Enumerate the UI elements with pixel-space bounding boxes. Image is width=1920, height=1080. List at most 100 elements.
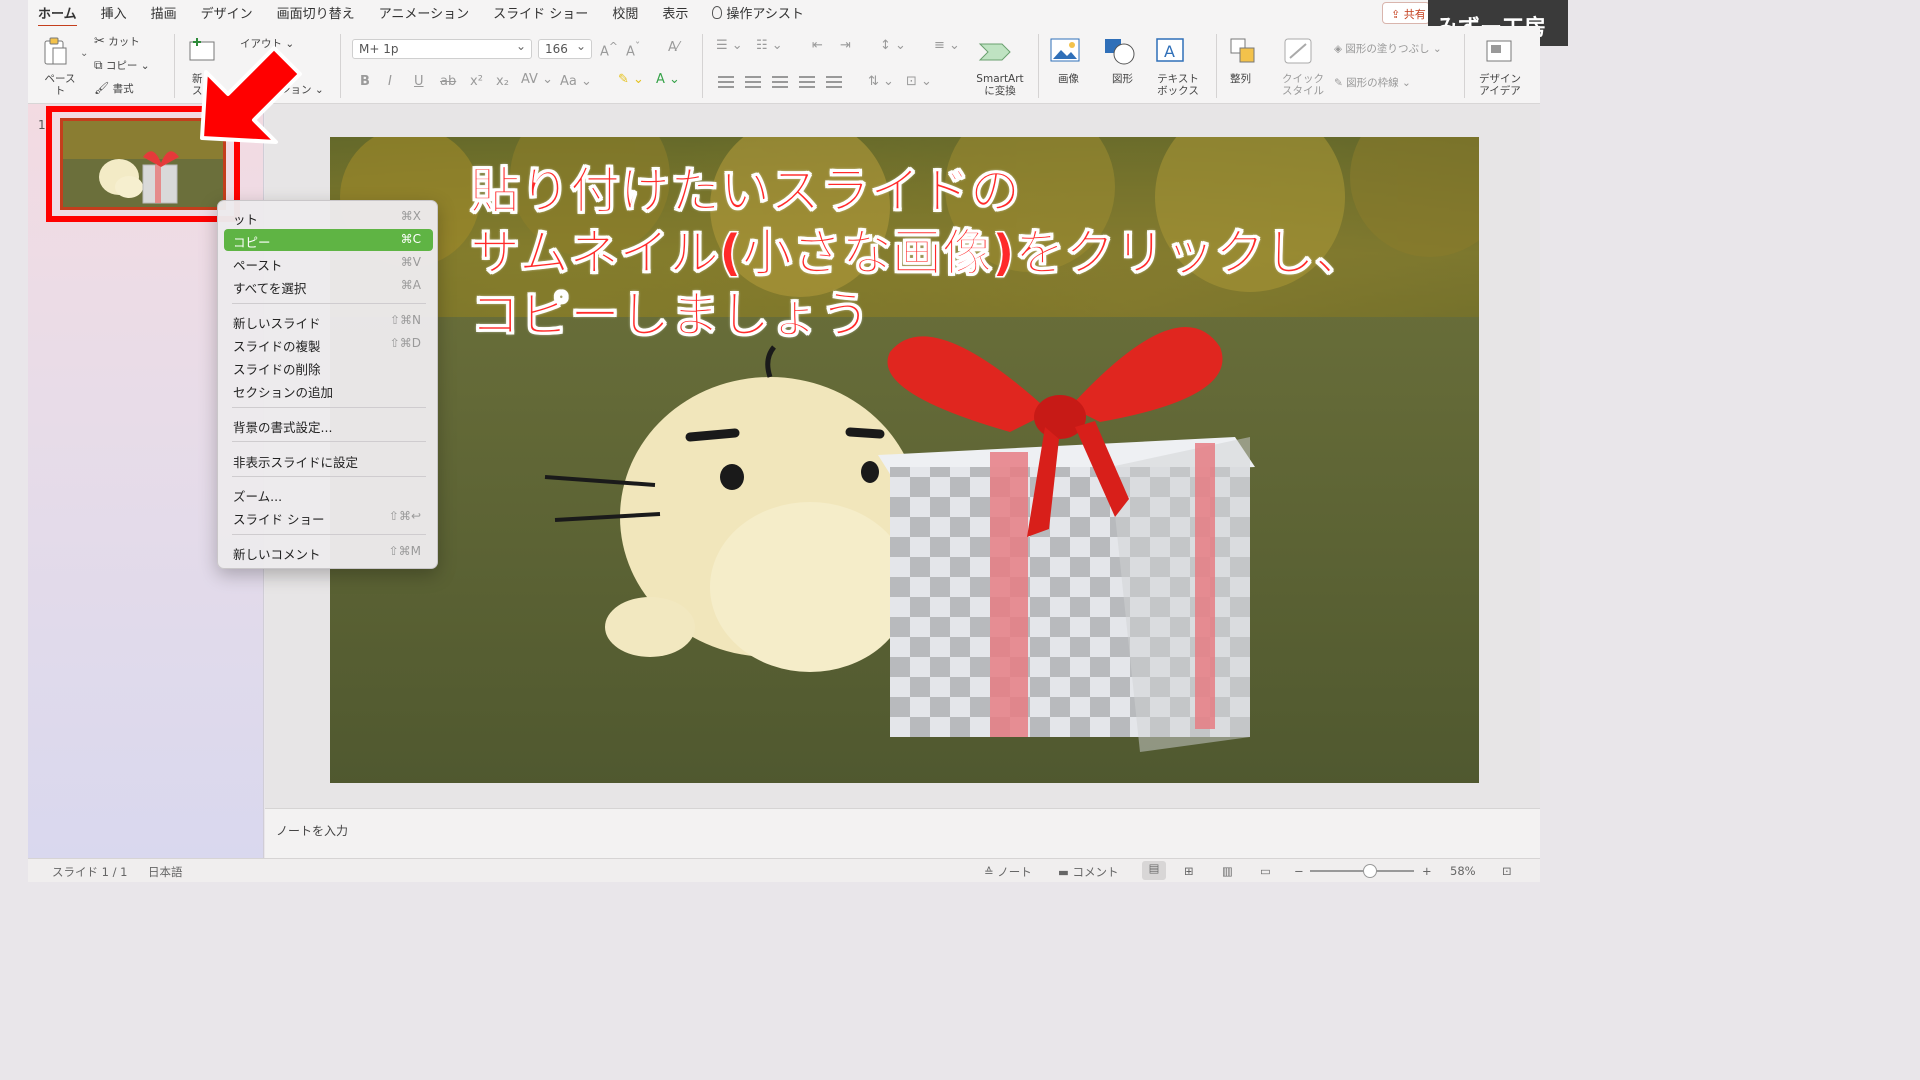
menu-item-new-slide[interactable]: 新しいスライド ⇧⌘N [224,310,433,332]
status-bar: スライド 1 / 1 日本語 ≙ ノート ▬ コメント ▤ ⊞ ▥ ▭ − + … [28,858,1540,882]
menu-item-add-section[interactable]: セクションの追加 [224,379,433,401]
design-ideas-icon [1486,40,1512,62]
line-spacing-icon[interactable]: ↕ ⌄ [880,38,906,53]
tab-review[interactable]: 校閲 [612,1,638,26]
comments-toggle-label: コメント [1072,865,1119,879]
zoom-out-icon[interactable]: − [1294,864,1304,878]
share-button[interactable]: ⇪ 共有 [1382,2,1430,24]
paste-button[interactable] [42,36,68,66]
format-painter-button[interactable]: 🖌 書式 [94,82,174,95]
menu-item-delete-slide[interactable]: スライドの削除 [224,356,433,378]
menu-item-paste[interactable]: ペースト ⌘V [224,252,433,274]
menu-shortcut: ⇧⌘↩ [388,509,421,523]
bold-icon[interactable]: B [360,74,370,89]
bullets-icon[interactable]: ☰ ⌄ [716,38,743,53]
columns-icon[interactable]: ≡ ⌄ [934,38,960,53]
paste-dropdown-icon[interactable]: ⌄ [80,48,88,59]
normal-view-icon[interactable]: ▤ [1142,861,1166,880]
align-center-icon[interactable] [745,76,761,88]
menu-item-label: コピー [233,235,271,250]
svg-text:A: A [1164,42,1175,61]
distributed-icon[interactable] [826,76,842,88]
tell-me-assist[interactable]: 操作アシスト [712,1,804,26]
notes-pane[interactable] [265,808,1540,858]
tab-slideshow[interactable]: スライド ショー [493,1,588,26]
tab-view[interactable]: 表示 [662,1,688,26]
textbox-button[interactable]: A [1156,38,1186,68]
tab-insert[interactable]: 挿入 [101,1,127,26]
font-color-icon[interactable]: A ⌄ [656,72,680,87]
superscript-icon[interactable]: x² [470,74,483,89]
menu-item-slideshow[interactable]: スライド ショー ⇧⌘↩ [224,506,433,528]
shapes-button[interactable] [1104,38,1138,70]
text-direction-icon[interactable]: ⇅ ⌄ [868,74,894,89]
tab-draw[interactable]: 描画 [151,1,177,26]
menu-shortcut: ⇧⌘D [389,336,421,350]
menu-item-zoom[interactable]: ズーム... [224,483,433,505]
zoom-level[interactable]: 58% [1450,864,1476,878]
shrink-font-icon[interactable]: Aˇ [626,40,640,59]
slide-sorter-icon[interactable]: ⊞ [1184,864,1194,878]
numbering-icon[interactable]: ☷ ⌄ [756,38,783,53]
align-text-icon[interactable]: ⊡ ⌄ [906,74,932,89]
notes-icon: ≙ [984,865,994,879]
align-right-icon[interactable] [772,76,788,88]
menu-item-label: 新しいスライド [233,316,321,331]
shape-outline-button[interactable]: ✎ 図形の枠線 ⌄ [1334,77,1454,89]
align-left-icon[interactable] [718,76,734,88]
textbox-label: テキスト ボックス [1157,73,1199,97]
decrease-indent-icon[interactable]: ⇤ [812,38,823,53]
design-ideas-button[interactable] [1486,40,1514,68]
copy-button[interactable]: ⧉ コピー ⌄ [94,59,174,72]
arrange-button[interactable] [1230,38,1260,70]
quick-style-button[interactable] [1284,38,1314,70]
design-ideas-label: デザイン アイデア [1479,73,1521,97]
tab-animations[interactable]: アニメーション [379,1,469,26]
menu-item-hide-slide[interactable]: 非表示スライドに設定 [224,449,433,471]
lightbulb-icon [712,5,723,19]
smartart-icon [978,43,1011,61]
char-spacing-icon[interactable]: AV ⌄ [521,72,553,87]
menu-item-format-background[interactable]: 背景の書式設定... [224,414,433,436]
shape-fill-button[interactable]: ◈ 図形の塗りつぶし ⌄ [1334,43,1454,55]
highlight-icon[interactable]: ✎ ⌄ [618,72,644,87]
increase-indent-icon[interactable]: ⇥ [840,38,851,53]
pen-outline-icon: ✎ [1334,77,1343,89]
menu-item-cut[interactable]: ット ⌘X [224,206,433,228]
menu-item-duplicate-slide[interactable]: スライドの複製 ⇧⌘D [224,333,433,355]
reading-view-icon[interactable]: ▥ [1222,864,1233,878]
notes-toggle[interactable]: ≙ ノート [984,864,1032,880]
subscript-icon[interactable]: x₂ [496,74,509,89]
language-indicator[interactable]: 日本語 [148,864,183,880]
cut-label: カット [108,36,140,48]
zoom-slider[interactable] [1310,864,1414,878]
font-size-select[interactable]: 166 [538,39,592,59]
italic-icon[interactable]: I [388,74,392,89]
justify-icon[interactable] [799,76,815,88]
change-case-icon[interactable]: Aa ⌄ [560,74,592,89]
tab-home[interactable]: ホーム [38,1,77,27]
menu-item-select-all[interactable]: すべてを選択 ⌘A [224,275,433,297]
slide-title-annotation: 貼り付けたいスライドの サムネイル(小さな画像)をクリックし、 コピーしましょう [470,162,1366,345]
font-name-select[interactable]: M+ 1p [352,39,532,59]
underline-icon[interactable]: U [414,74,424,89]
zoom-slider-knob[interactable] [1363,864,1377,878]
smartart-button[interactable] [978,38,1014,68]
cut-button[interactable]: ✂ カット [94,35,174,48]
menu-item-copy[interactable]: コピー ⌘C [224,229,433,251]
zoom-in-icon[interactable]: + [1422,864,1432,878]
comments-toggle[interactable]: ▬ コメント [1058,864,1119,880]
strikethrough-icon[interactable]: ab [440,74,456,89]
menu-shortcut: ⇧⌘N [389,313,421,327]
grow-font-icon[interactable]: A^ [600,40,618,59]
tab-design[interactable]: デザイン [201,1,253,26]
menu-item-label: 背景の書式設定... [233,420,333,435]
menu-item-new-comment[interactable]: 新しいコメント ⇧⌘M [224,541,433,563]
slideshow-view-icon[interactable]: ▭ [1260,864,1271,878]
tab-transitions[interactable]: 画面切り替え [277,1,355,26]
shape-outline-label: 図形の枠線 [1346,77,1399,89]
menu-item-label: 新しいコメント [233,547,321,562]
image-button[interactable] [1050,38,1082,68]
clear-format-icon[interactable]: A⁄ [668,40,679,55]
fit-to-window-icon[interactable]: ⊡ [1502,864,1512,878]
